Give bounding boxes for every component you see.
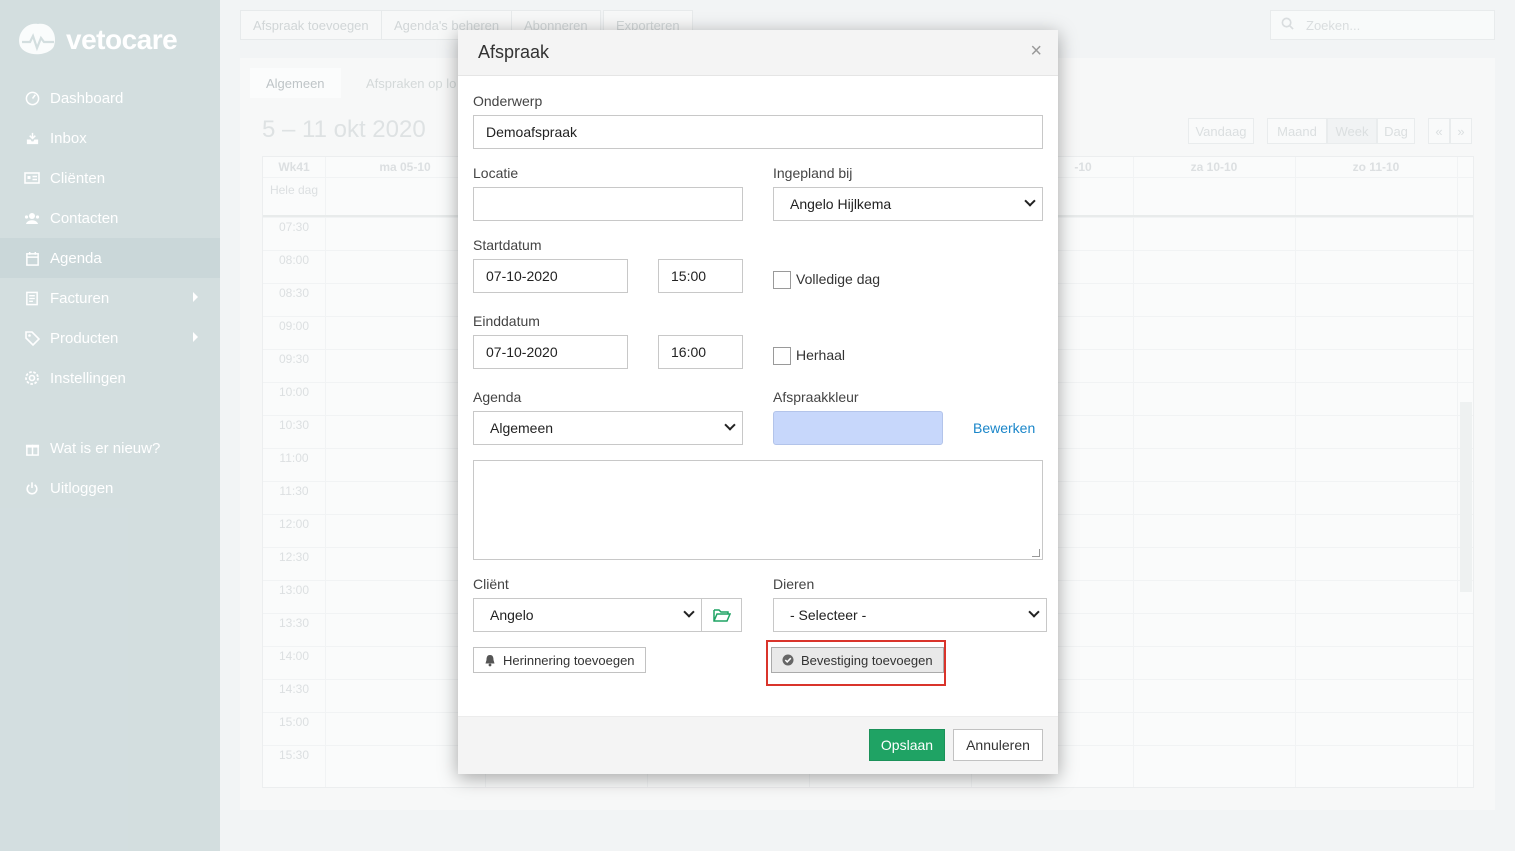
planned-with-select[interactable]: Angelo Hijlkema xyxy=(773,187,1043,221)
end-time-input[interactable]: 16:00 xyxy=(658,335,743,369)
add-reminder-button[interactable]: Herinnering toevoegen xyxy=(473,647,646,673)
chevron-down-icon xyxy=(683,606,695,618)
full-day-checkbox[interactable] xyxy=(773,271,791,289)
modal-footer: Opslaan Annuleren xyxy=(458,716,1058,774)
client-value: Angelo xyxy=(490,607,534,623)
folder-open-icon xyxy=(712,609,731,622)
agenda-label: Agenda xyxy=(473,389,522,405)
end-date-label: Einddatum xyxy=(473,313,540,329)
client-label: Cliënt xyxy=(473,576,509,592)
full-day-label: Volledige dag xyxy=(796,271,881,287)
check-circle-icon xyxy=(782,654,794,666)
modal-title: Afspraak xyxy=(478,42,550,62)
client-select[interactable]: Angelo xyxy=(473,598,702,632)
color-swatch[interactable] xyxy=(773,411,943,445)
browse-client-button[interactable] xyxy=(701,598,742,632)
animals-value: - Selecteer - xyxy=(790,607,867,623)
start-time-input[interactable]: 15:00 xyxy=(658,259,743,293)
chevron-down-icon xyxy=(1028,606,1040,618)
agenda-value: Algemeen xyxy=(490,420,554,436)
modal-header: Afspraak × xyxy=(458,30,1058,76)
animals-label: Dieren xyxy=(773,576,815,592)
end-date-input[interactable]: 07-10-2020 xyxy=(473,335,628,369)
bell-icon xyxy=(485,654,495,666)
repeat-checkbox[interactable] xyxy=(773,347,791,365)
agenda-select[interactable]: Algemeen xyxy=(473,411,743,445)
close-icon[interactable]: × xyxy=(1030,40,1042,63)
start-date-input[interactable]: 07-10-2020 xyxy=(473,259,628,293)
animals-select[interactable]: - Selecteer - xyxy=(773,598,1047,632)
subject-label: Onderwerp xyxy=(473,93,543,109)
add-reminder-label: Herinnering toevoegen xyxy=(503,652,635,668)
planned-with-label: Ingepland bij xyxy=(773,165,853,181)
resize-handle-icon[interactable] xyxy=(1032,549,1040,557)
chevron-down-icon xyxy=(1024,195,1036,207)
notes-textarea[interactable] xyxy=(473,460,1043,560)
cancel-button[interactable]: Annuleren xyxy=(953,729,1043,761)
start-date-label: Startdatum xyxy=(473,237,542,253)
appointment-modal: Afspraak × Onderwerp Demoafspraak Locati… xyxy=(458,30,1058,774)
chevron-down-icon xyxy=(724,419,736,431)
location-label: Locatie xyxy=(473,165,519,181)
add-confirmation-label: Bevestiging toevoegen xyxy=(801,652,933,668)
planned-with-value: Angelo Hijlkema xyxy=(790,196,892,212)
save-button[interactable]: Opslaan xyxy=(869,729,945,761)
location-input[interactable] xyxy=(473,187,743,221)
repeat-label: Herhaal xyxy=(796,347,846,363)
color-label: Afspraakkleur xyxy=(773,389,859,405)
add-confirmation-button[interactable]: Bevestiging toevoegen xyxy=(771,647,944,673)
subject-input[interactable]: Demoafspraak xyxy=(473,115,1043,149)
edit-color-link[interactable]: Bewerken xyxy=(973,420,1035,436)
